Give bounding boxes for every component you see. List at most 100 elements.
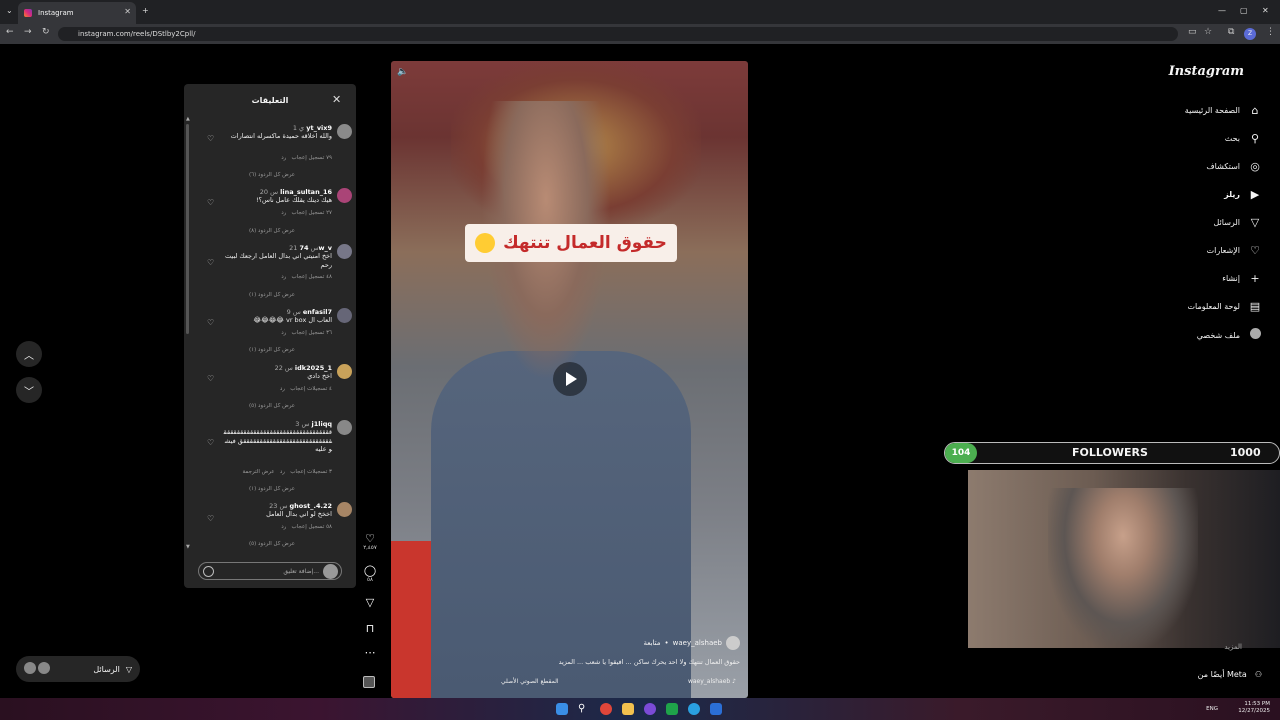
reel-video[interactable]: حقوق العمال تنتهك 🔈 متابعة • waey_alshae… <box>391 61 748 698</box>
send-icon: ▽ <box>365 596 375 609</box>
app-icon[interactable] <box>688 703 700 715</box>
reel-description[interactable]: حقوق العمال تنتهك ولا احد يحرك ساكن ... … <box>559 658 740 666</box>
like-heart-icon[interactable]: ♡ <box>207 514 214 523</box>
view-replies-link[interactable]: عرض كل الردود (٨) <box>249 228 295 234</box>
url-input[interactable]: instagram.com/reels/DStlby2Cpll/ <box>58 27 1178 41</box>
language-indicator[interactable]: ENG <box>1206 706 1218 712</box>
back-icon[interactable]: ← <box>6 27 14 37</box>
commenter-username[interactable]: yt_vix9 <box>306 124 332 132</box>
bookmark-star-icon[interactable]: ☆ <box>1204 27 1212 37</box>
start-icon[interactable] <box>556 703 568 715</box>
maximize-icon[interactable]: ▢ <box>1240 6 1248 15</box>
profile-avatar[interactable]: Z <box>1244 28 1256 40</box>
view-replies-link[interactable]: عرض كل الردود (١) <box>249 347 295 353</box>
browser-tab[interactable]: Instagram ✕ <box>18 2 136 24</box>
play-button[interactable] <box>553 362 587 396</box>
reply-link[interactable]: رد <box>281 330 286 336</box>
extensions-icon[interactable]: ⧉ <box>1228 27 1234 37</box>
reply-link[interactable]: رد <box>281 524 286 530</box>
commenter-username[interactable]: ghost_.4.22 <box>290 502 332 510</box>
commenter-avatar[interactable] <box>337 244 352 259</box>
reload-icon[interactable]: ↻ <box>42 27 50 37</box>
commenter-avatar[interactable] <box>337 420 352 435</box>
sidebar-item-create[interactable]: إنشاء + <box>1222 272 1262 285</box>
app-icon[interactable] <box>710 703 722 715</box>
commenter-avatar[interactable] <box>337 188 352 203</box>
commenter-username[interactable]: j1liqq <box>311 420 332 428</box>
comment-input[interactable]: إضافة تعليق... <box>198 562 342 580</box>
cast-icon[interactable]: ▭ <box>1188 27 1197 37</box>
commenter-avatar[interactable] <box>337 364 352 379</box>
view-replies-link[interactable]: عرض كل الردود (٥) <box>249 403 295 409</box>
commenter-avatar[interactable] <box>337 502 352 517</box>
like-heart-icon[interactable]: ♡ <box>207 438 214 447</box>
next-reel-button[interactable]: ﹀ <box>16 377 42 403</box>
like-heart-icon[interactable]: ♡ <box>207 258 214 267</box>
reel-username[interactable]: waey_alshaeb <box>673 639 722 647</box>
sidebar-item-dashboard[interactable]: لوحة المعلومات ▤ <box>1187 300 1262 313</box>
sidebar-item-search[interactable]: بحث ⚲ <box>1225 132 1262 145</box>
scroll-up-icon[interactable]: ▲ <box>186 116 190 122</box>
audio-thumbnail[interactable] <box>363 676 375 688</box>
new-tab-icon[interactable]: + <box>142 6 149 15</box>
save-button[interactable]: ⊓ <box>362 622 378 635</box>
like-button[interactable]: ♡ ٢,٤٥٧ <box>362 532 378 551</box>
reel-audio-user[interactable]: waey_alshaeb ♪ <box>688 678 736 685</box>
commenter-username[interactable]: enfasil7 <box>303 308 332 316</box>
reply-link[interactable]: رد <box>281 155 286 161</box>
view-replies-link[interactable]: عرض كل الردود (٦) <box>249 172 295 178</box>
speaker-icon[interactable]: 🔈 <box>397 67 408 77</box>
follow-button[interactable]: متابعة <box>643 639 660 647</box>
close-icon[interactable]: ✕ <box>332 93 341 106</box>
commenter-avatar[interactable] <box>337 308 352 323</box>
chrome-icon[interactable] <box>600 703 612 715</box>
translate-link[interactable]: عرض الترجمة <box>242 469 274 475</box>
sidebar-item-messages[interactable]: الرسائل ▽ <box>1214 216 1263 229</box>
like-heart-icon[interactable]: ♡ <box>207 374 214 383</box>
app-icon[interactable] <box>644 703 656 715</box>
search-icon[interactable]: ⚲ <box>578 703 590 715</box>
browser-menu-icon[interactable]: ⋮ <box>1266 27 1275 37</box>
file-explorer-icon[interactable] <box>622 703 634 715</box>
minimize-icon[interactable]: — <box>1218 6 1226 15</box>
more-options-button[interactable]: ⋯ <box>362 646 378 659</box>
view-replies-link[interactable]: عرض كل الردود (١) <box>249 292 295 298</box>
sidebar-item-home[interactable]: الصفحة الرئيسية ⌂ <box>1185 104 1262 117</box>
view-replies-link[interactable]: عرض كل الردود (٥) <box>249 541 295 547</box>
view-replies-link[interactable]: عرض كل الردود (١) <box>249 486 295 492</box>
author-avatar[interactable] <box>726 636 740 650</box>
reply-link[interactable]: رد <box>281 274 286 280</box>
reel-audio[interactable]: المقطع الصوتي الأصلي <box>501 678 559 685</box>
commenter-username[interactable]: idk2025_1 <box>295 364 332 372</box>
reply-link[interactable]: رد <box>281 210 286 216</box>
commenter-username[interactable]: lina_sultan_16 <box>280 188 332 196</box>
sidebar-item-explore[interactable]: استكشاف ◎ <box>1206 160 1262 173</box>
like-heart-icon[interactable]: ♡ <box>207 318 214 327</box>
instagram-logo[interactable]: Instagram <box>1169 64 1244 79</box>
comments-scrollbar[interactable] <box>186 124 189 334</box>
clock[interactable]: 11:53 PM 12/27/2025 <box>1238 701 1270 715</box>
commenter-avatar[interactable] <box>337 124 352 139</box>
reply-link[interactable]: رد <box>280 386 285 392</box>
comment-button[interactable]: ◯ ٥٨ <box>362 564 378 583</box>
sidebar-item-more[interactable]: المزيد <box>1224 643 1242 651</box>
like-heart-icon[interactable]: ♡ <box>207 198 214 207</box>
tab-menu-icon[interactable]: ⌄ <box>6 6 13 15</box>
share-button[interactable]: ▽ <box>362 596 378 609</box>
forward-icon[interactable]: → <box>24 27 32 37</box>
sidebar-item-notifications[interactable]: الإشعارات ♡ <box>1207 244 1262 257</box>
scroll-down-icon[interactable]: ▼ <box>186 544 190 550</box>
app-icon[interactable] <box>666 703 678 715</box>
emoji-icon[interactable] <box>203 566 214 577</box>
sidebar-item-reels[interactable]: ريلز ▶ <box>1224 188 1262 201</box>
window-close-icon[interactable]: ✕ <box>1262 6 1269 15</box>
like-heart-icon[interactable]: ♡ <box>207 134 214 143</box>
previous-reel-button[interactable]: ︿ <box>16 341 42 367</box>
also-from-meta[interactable]: أيضًا من Meta ⚇ <box>1198 670 1262 679</box>
tab-close-icon[interactable]: ✕ <box>124 7 131 16</box>
comment-likes: ٢٧ تسجيل إعجاب رد <box>281 210 332 216</box>
messages-button[interactable]: الرسائل ▽ <box>16 656 140 682</box>
comment-placeholder: إضافة تعليق... <box>283 567 319 575</box>
sidebar-item-profile[interactable]: ملف شخصي <box>1197 328 1262 342</box>
reply-link[interactable]: رد <box>280 469 285 475</box>
